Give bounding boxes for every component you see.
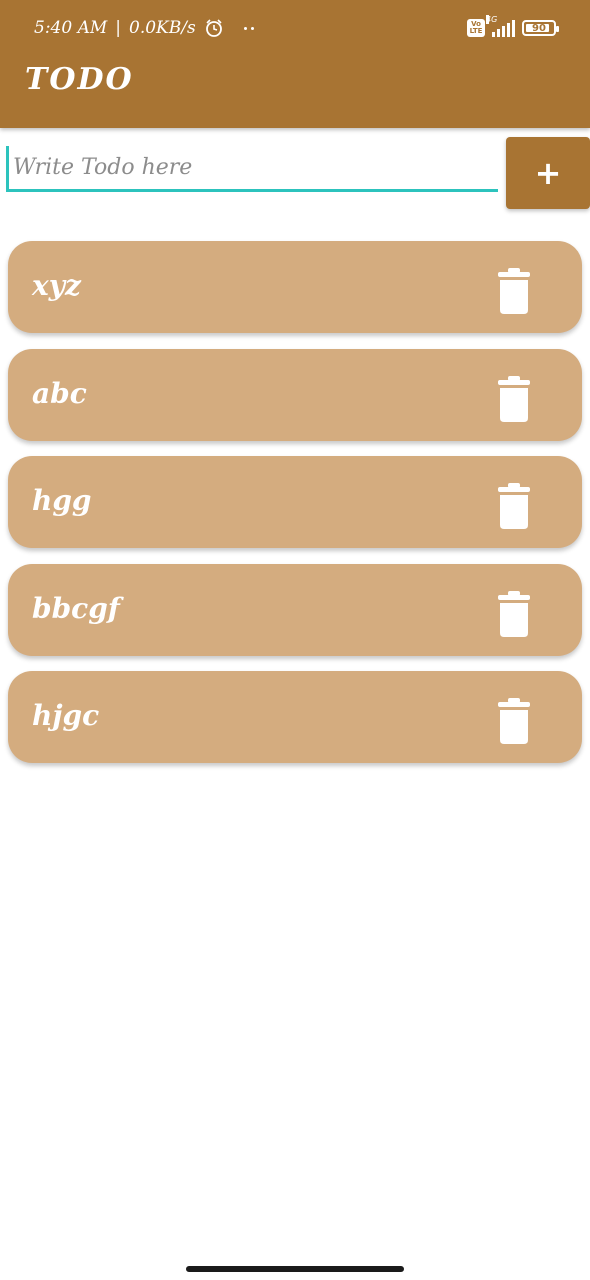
todo-input[interactable] bbox=[6, 146, 498, 192]
trash-icon bbox=[497, 590, 531, 637]
plus-icon: + bbox=[534, 154, 562, 192]
trash-icon bbox=[497, 268, 531, 314]
status-separator: | bbox=[115, 18, 121, 38]
todo-item[interactable]: bbcgf bbox=[8, 563, 582, 656]
todo-item[interactable]: hjgc bbox=[8, 671, 582, 763]
delete-todo-button[interactable] bbox=[494, 267, 534, 315]
app-title: TODO bbox=[25, 62, 134, 97]
todo-text: xyz bbox=[32, 269, 81, 302]
trash-icon bbox=[497, 483, 531, 529]
delete-todo-button[interactable] bbox=[494, 482, 534, 530]
todo-text: abc bbox=[32, 376, 87, 410]
network-type-label: 4G bbox=[486, 15, 498, 24]
todo-item[interactable]: xyz bbox=[8, 241, 582, 333]
todo-text: hgg bbox=[32, 484, 92, 517]
add-todo-button[interactable]: + bbox=[506, 137, 590, 209]
volte-bottom-label: LTE bbox=[469, 27, 483, 35]
battery-icon: 90 bbox=[522, 20, 559, 36]
dots-icon bbox=[243, 26, 254, 30]
todo-item[interactable]: abc bbox=[8, 348, 582, 441]
status-left: 5:40 AM | 0.0KB/s bbox=[34, 16, 254, 40]
trash-icon bbox=[497, 698, 531, 744]
delete-todo-button[interactable] bbox=[494, 590, 534, 638]
trash-icon bbox=[497, 375, 531, 422]
home-indicator[interactable] bbox=[186, 1266, 404, 1272]
status-speed: 0.0KB/s bbox=[129, 18, 196, 38]
status-bar: 5:40 AM | 0.0KB/s Vo LTE 4G 90 bbox=[0, 0, 590, 55]
todo-item[interactable]: hgg bbox=[8, 456, 582, 548]
volte-icon: Vo LTE bbox=[467, 19, 485, 37]
delete-todo-button[interactable] bbox=[494, 697, 534, 745]
status-time: 5:40 AM bbox=[34, 18, 108, 38]
todo-text: bbcgf bbox=[32, 591, 120, 625]
todo-text: hjgc bbox=[32, 699, 100, 732]
input-row: + bbox=[0, 128, 590, 218]
delete-todo-button[interactable] bbox=[494, 375, 534, 423]
battery-level: 90 bbox=[532, 22, 546, 34]
alarm-icon bbox=[204, 18, 224, 38]
status-right: Vo LTE 4G 90 bbox=[467, 15, 559, 40]
todo-list: xyz abc hgg bbcgf hjgc bbox=[8, 241, 582, 779]
signal-icon: 4G bbox=[486, 15, 515, 37]
app-bar: 5:40 AM | 0.0KB/s Vo LTE 4G 90 TODO bbox=[0, 0, 590, 128]
